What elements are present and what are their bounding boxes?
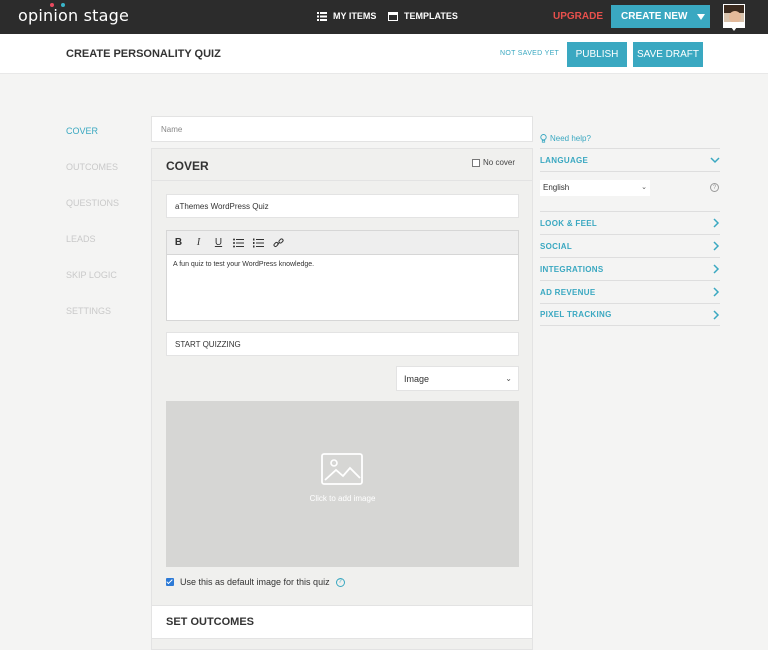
publish-button[interactable]: PUBLISH <box>567 42 627 67</box>
side-nav-questions[interactable]: QUESTIONS <box>66 198 119 234</box>
side-nav-skip-logic[interactable]: SKIP LOGIC <box>66 270 119 306</box>
default-image-checkbox[interactable] <box>166 578 174 586</box>
outcomes-section-header[interactable]: SET OUTCOMES <box>152 605 532 639</box>
media-type-select[interactable]: Image ⌄ <box>396 366 519 391</box>
logo-text: opinion stage <box>18 6 130 25</box>
underline-icon[interactable]: U <box>213 237 224 248</box>
section-look-and-feel-label: LOOK & FEEL <box>540 218 598 228</box>
save-status: NOT SAVED YET <box>500 50 560 57</box>
language-select[interactable]: English ⌄ <box>540 180 650 196</box>
side-nav: COVER OUTCOMES QUESTIONS LEADS SKIP LOGI… <box>66 126 119 342</box>
name-input[interactable]: Name <box>151 116 533 142</box>
section-language-label: LANGUAGE <box>540 155 589 165</box>
section-integrations[interactable]: INTEGRATIONS <box>540 257 720 280</box>
chevron-right-icon <box>713 309 720 320</box>
section-social-label: SOCIAL <box>540 241 573 251</box>
default-image-option[interactable]: Use this as default image for this quiz … <box>166 577 345 587</box>
media-type-value: Image <box>404 374 430 384</box>
settings-panel: Need help? LANGUAGE English ⌄ ? LOOK & F… <box>540 124 720 326</box>
chevron-down-icon <box>710 156 720 163</box>
create-new-button[interactable]: CREATE NEW <box>611 5 710 28</box>
create-new-label: CREATE NEW <box>621 11 688 22</box>
language-value: English <box>543 183 570 192</box>
nav-my-items-label: MY ITEMS <box>333 11 377 21</box>
section-ad-revenue-label: AD REVENUE <box>540 287 596 297</box>
top-bar: opinion stage MY ITEMS TEMPLATES UPGRADE… <box>0 0 768 34</box>
need-help-label: Need help? <box>550 133 591 143</box>
side-nav-cover[interactable]: COVER <box>66 126 119 162</box>
need-help-link[interactable]: Need help? <box>540 124 720 148</box>
side-nav-outcomes[interactable]: OUTCOMES <box>66 162 119 198</box>
image-placeholder-caption: Click to add image <box>309 494 376 503</box>
main-editor: Name COVER No cover aThemes WordPress Qu… <box>151 116 533 650</box>
logo[interactable]: opinion stage <box>18 3 130 25</box>
nav-templates[interactable]: TEMPLATES <box>388 11 458 21</box>
no-cover-label: No cover <box>483 158 516 167</box>
section-pixel-tracking-label: PIXEL TRACKING <box>540 310 612 319</box>
side-nav-leads[interactable]: LEADS <box>66 234 119 270</box>
description-text: A fun quiz to test your WordPress knowle… <box>173 261 315 268</box>
account-menu-caret-icon[interactable] <box>731 27 737 31</box>
image-upload-area[interactable]: Click to add image <box>166 401 519 567</box>
chevron-right-icon <box>713 264 720 274</box>
section-integrations-label: INTEGRATIONS <box>540 264 604 274</box>
outcomes-title: SET OUTCOMES <box>166 616 255 628</box>
cover-panel-header: COVER No cover <box>152 149 532 181</box>
list-icon <box>317 11 327 21</box>
template-icon <box>388 11 398 21</box>
description-editor[interactable]: B I U A fun quiz to test your WordPress … <box>166 230 519 321</box>
chevron-right-icon <box>713 287 720 297</box>
bullet-list-icon[interactable] <box>233 238 244 248</box>
quiz-title-input[interactable]: aThemes WordPress Quiz <box>166 194 519 218</box>
link-icon[interactable] <box>273 237 284 248</box>
nav-my-items[interactable]: MY ITEMS <box>317 11 376 21</box>
chevron-right-icon <box>713 241 720 251</box>
section-language[interactable]: LANGUAGE <box>540 148 720 171</box>
section-pixel-tracking[interactable]: PIXEL TRACKING <box>540 303 720 326</box>
cover-panel: COVER No cover aThemes WordPress Quiz B … <box>151 148 533 650</box>
avatar[interactable] <box>723 4 745 28</box>
chevron-down-icon: ⌄ <box>641 184 647 191</box>
section-social[interactable]: SOCIAL <box>540 234 720 257</box>
page-title: CREATE PERSONALITY QUIZ <box>66 48 221 60</box>
nav-templates-label: TEMPLATES <box>404 11 458 21</box>
logo-dot <box>61 3 65 7</box>
button-text-input[interactable]: START QUIZZING <box>166 332 519 356</box>
chevron-down-icon: ⌄ <box>505 374 512 383</box>
lightbulb-icon <box>540 133 547 143</box>
chevron-right-icon <box>713 218 720 228</box>
chevron-down-icon <box>697 13 706 20</box>
side-nav-settings[interactable]: SETTINGS <box>66 306 119 342</box>
numbered-list-icon[interactable] <box>253 238 264 248</box>
logo-dot <box>50 3 54 7</box>
default-image-label: Use this as default image for this quiz <box>180 577 330 587</box>
upgrade-link[interactable]: UPGRADE <box>553 11 603 22</box>
italic-icon[interactable]: I <box>193 237 204 248</box>
no-cover-checkbox[interactable] <box>472 158 480 167</box>
question-help-icon[interactable]: ? <box>335 577 345 587</box>
sub-header: CREATE PERSONALITY QUIZ NOT SAVED YET PU… <box>0 34 768 74</box>
section-look-and-feel[interactable]: LOOK & FEEL <box>540 211 720 234</box>
save-draft-button[interactable]: SAVE DRAFT <box>633 42 703 67</box>
image-placeholder-icon <box>321 453 363 485</box>
section-ad-revenue[interactable]: AD REVENUE <box>540 280 720 303</box>
no-cover-toggle[interactable]: No cover <box>472 158 515 167</box>
bold-icon[interactable]: B <box>173 237 184 248</box>
language-row: English ⌄ ? <box>540 171 720 211</box>
question-help-icon[interactable]: ? <box>710 183 719 192</box>
cover-title: COVER <box>166 159 209 173</box>
editor-toolbar: B I U <box>167 231 518 255</box>
